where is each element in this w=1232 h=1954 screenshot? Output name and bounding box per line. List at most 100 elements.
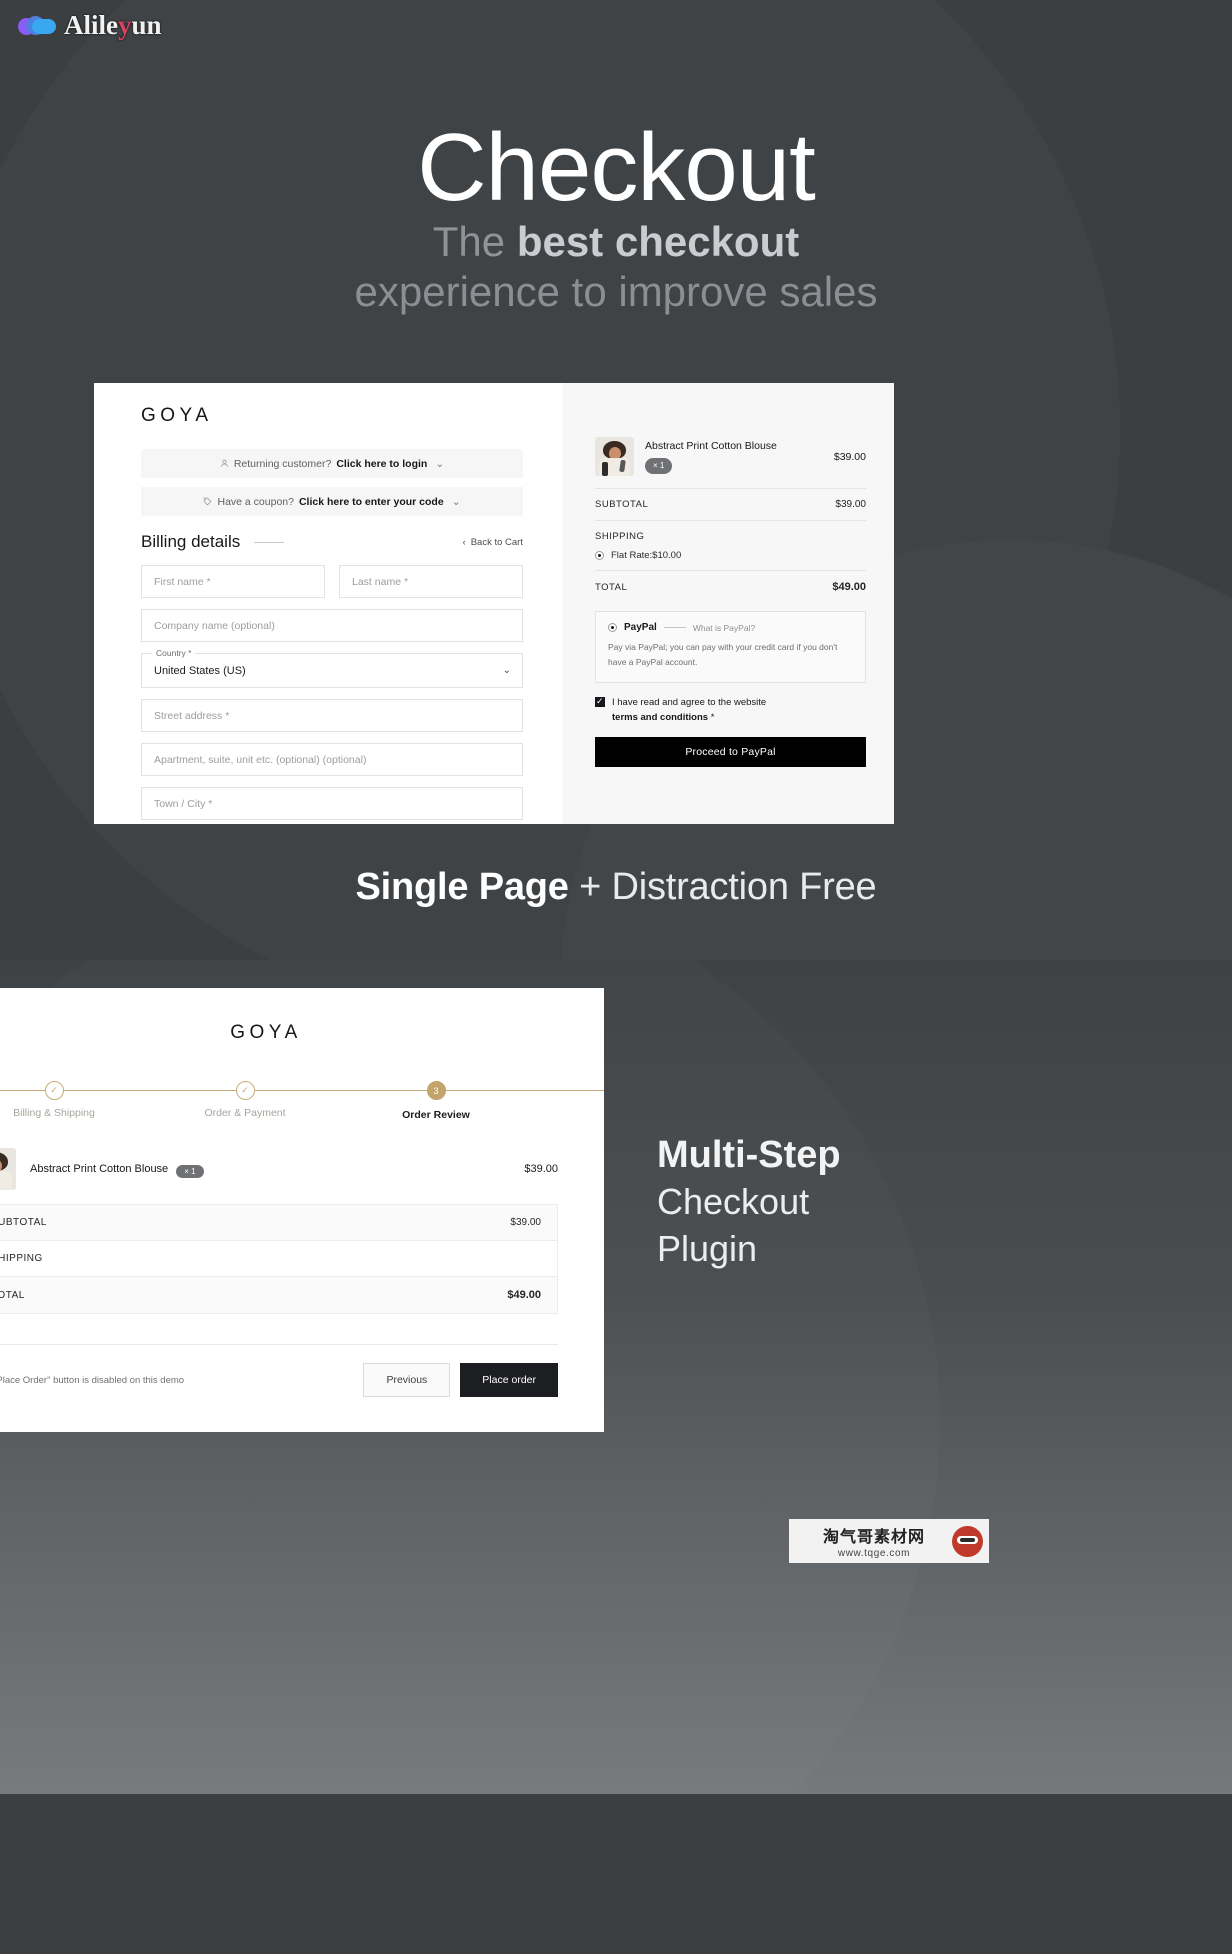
multi-step-caption: Multi-Step Checkout Plugin — [657, 1132, 1077, 1273]
watermark-badge — [945, 1519, 989, 1563]
cloud-icon — [18, 13, 58, 39]
first-name-input[interactable]: First name * — [141, 565, 325, 598]
paypal-label: PayPal — [624, 622, 657, 633]
row-value: $39.00 — [510, 1217, 541, 1228]
back-to-cart-link[interactable]: ‹ Back to Cart — [463, 537, 523, 548]
multi-step-inner: GOYA ✓ Billing & Shipping ✓ Order & Paym… — [0, 988, 604, 1397]
country-label: Country * — [152, 648, 196, 658]
demo-note: The "Place Order" button is disabled on … — [0, 1374, 185, 1386]
chevron-left-icon: ‹ — [462, 536, 466, 548]
step-label: Order & Payment — [204, 1107, 286, 1119]
watermark: 淘气哥素材网 www.tqge.com — [789, 1519, 959, 1563]
hero-subtitle-lead: The — [432, 218, 517, 265]
terms-lead: I have read and agree to the website — [612, 696, 767, 708]
last-name-input[interactable]: Last name * — [339, 565, 523, 598]
multi-step-checkout-card: GOYA ✓ Billing & Shipping ✓ Order & Paym… — [0, 988, 604, 1432]
billing-header-row: Billing details ‹ Back to Cart — [141, 532, 523, 552]
terms-text: I have read and agree to the website ter… — [612, 695, 766, 725]
step-order-review[interactable]: 3 Order Review — [356, 1076, 516, 1121]
mascot-icon — [951, 1525, 983, 1557]
store-logo: GOYA — [141, 405, 213, 426]
caption-strong: Single Page — [355, 866, 569, 908]
watermark-title: 淘气哥素材网 — [822, 1529, 925, 1546]
logo-part1: Alile — [64, 10, 118, 40]
terms-agreement[interactable]: I have read and agree to the website ter… — [595, 695, 866, 725]
place-order-button[interactable]: Place order — [460, 1363, 558, 1397]
page-title: Checkout — [417, 114, 816, 221]
product-quantity-badge: × 1 — [645, 458, 673, 475]
radio-icon[interactable] — [595, 551, 604, 560]
login-link[interactable]: Click here to login — [336, 458, 427, 470]
single-page-checkout-card: GOYA Returning customer? Click here to l… — [94, 383, 894, 824]
product-quantity-badge: × 1 — [176, 1164, 204, 1178]
radio-icon[interactable] — [608, 623, 617, 632]
terms-link[interactable]: terms and conditions — [612, 712, 708, 723]
previous-button[interactable]: Previous — [363, 1363, 451, 1397]
caption-line-2: Checkout — [657, 1181, 810, 1223]
multi-step-footer: The "Place Order" button is disabled on … — [0, 1344, 558, 1397]
name-field-row: First name * Last name * — [141, 565, 523, 598]
order-item: Abstract Print Cotton Blouse × 1 $39.00 — [0, 1140, 558, 1204]
total-value: $49.00 — [832, 581, 866, 593]
shipping-label: SHIPPING — [595, 531, 645, 542]
store-logo: GOYA — [230, 1022, 302, 1043]
billing-details-heading: Billing details — [141, 532, 285, 552]
city-input[interactable]: Town / City * — [141, 787, 523, 820]
chevron-down-icon: ⌄ — [502, 665, 511, 676]
product-info: Abstract Print Cotton Blouse × 1 — [645, 439, 834, 475]
what-is-paypal-link[interactable]: What is PayPal? — [693, 623, 755, 633]
hero-subtitle-strong: best checkout — [516, 218, 800, 265]
payment-method-paypal[interactable]: PayPal What is PayPal? Pay via PayPal; y… — [595, 611, 866, 683]
total-row: TOTAL $49.00 — [595, 570, 866, 603]
step-order-payment[interactable]: ✓ Order & Payment — [165, 1076, 325, 1119]
checkbox-icon[interactable] — [595, 695, 605, 707]
shipping-option-flat-rate[interactable]: Flat Rate:$10.00 — [595, 550, 866, 561]
chevron-down-icon: ⌄ — [435, 457, 445, 470]
shipping-row: SHIPPING Flat Rate:$10.00 — [595, 520, 866, 570]
footer-buttons: Previous Place order — [363, 1363, 558, 1397]
step-billing-shipping[interactable]: ✓ Billing & Shipping — [0, 1076, 134, 1119]
order-totals-table: SUBTOTAL $39.00 SHIPPING TOTAL $49.00 — [0, 1204, 558, 1314]
logo-part2: un — [131, 10, 162, 40]
country-select[interactable]: Country * United States (US) ⌄ — [141, 648, 523, 688]
row-label: SUBTOTAL — [0, 1217, 47, 1228]
street-address-input[interactable]: Street address * — [141, 699, 523, 732]
product-price: $39.00 — [833, 450, 866, 463]
proceed-to-paypal-button[interactable]: Proceed to PayPal — [595, 737, 866, 768]
product-name: Abstract Print Cotton Blouse — [645, 439, 777, 452]
returning-customer-lead: Returning customer? — [233, 457, 332, 470]
coupon-notice[interactable]: Have a coupon? Click here to enter your … — [141, 487, 523, 516]
step-label: Order Review — [402, 1109, 470, 1121]
step-label: Billing & Shipping — [13, 1107, 95, 1119]
apartment-input[interactable]: Apartment, suite, unit etc. (optional) (… — [141, 743, 523, 776]
watermark-url: www.tqge.com — [837, 1548, 911, 1559]
user-icon — [220, 459, 229, 468]
order-item: Abstract Print Cotton Blouse × 1 $39.00 — [595, 435, 866, 488]
divider — [663, 627, 686, 628]
checkout-stepper: ✓ Billing & Shipping ✓ Order & Payment 3… — [0, 1076, 604, 1134]
tag-icon — [203, 497, 212, 506]
returning-customer-notice[interactable]: Returning customer? Click here to login … — [141, 449, 523, 478]
subtotal-label: SUBTOTAL — [595, 499, 649, 510]
terms-required-mark: * — [710, 711, 715, 723]
product-info: Abstract Print Cotton Blouse × 1 — [30, 1161, 524, 1178]
subtotal-row: SUBTOTAL $39.00 — [595, 488, 866, 520]
company-name-input[interactable]: Company name (optional) — [141, 609, 523, 642]
table-row: SUBTOTAL $39.00 — [0, 1205, 557, 1241]
row-label: TOTAL — [0, 1289, 25, 1301]
heading-dash — [254, 541, 285, 543]
country-value: United States (US) — [154, 664, 246, 677]
step-marker: ✓ — [44, 1081, 64, 1100]
logo-wordmark: Alileyun — [64, 10, 162, 41]
site-logo[interactable]: Alileyun — [18, 10, 162, 41]
paypal-description: Pay via PayPal; you can pay with your cr… — [608, 642, 838, 667]
table-row: SHIPPING — [0, 1241, 557, 1277]
coupon-link[interactable]: Click here to enter your code — [299, 496, 444, 508]
caption-plus: + — [568, 866, 612, 908]
coupon-lead: Have a coupon? — [217, 495, 294, 508]
row-value: $49.00 — [507, 1289, 541, 1301]
paypal-header: PayPal What is PayPal? — [608, 622, 853, 633]
table-row: TOTAL $49.00 — [0, 1277, 557, 1313]
hero-subtitle-line1: The best checkout — [0, 218, 1232, 266]
chevron-down-icon: ⌄ — [451, 495, 461, 508]
